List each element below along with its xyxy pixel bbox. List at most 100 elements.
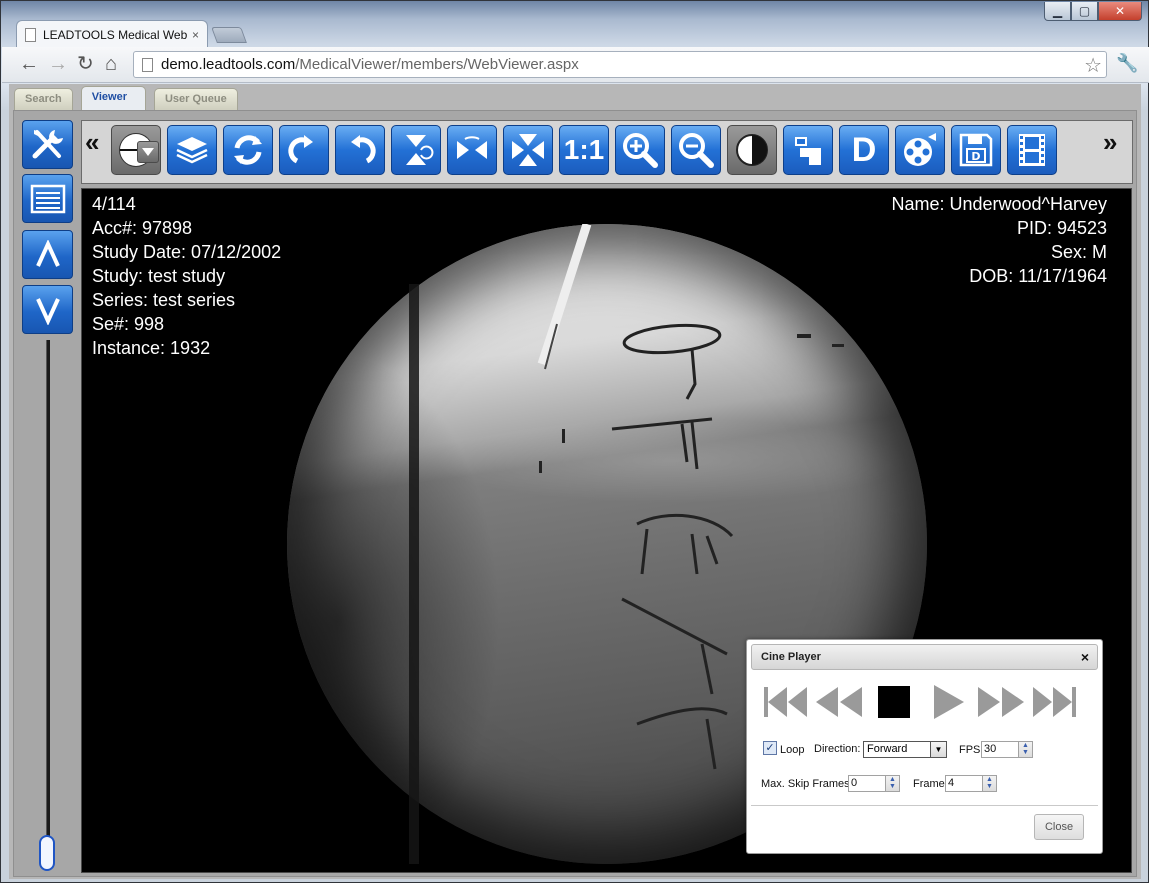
- maximize-button[interactable]: ▢: [1071, 2, 1098, 21]
- play-button[interactable]: [931, 684, 967, 720]
- app-tab-bar: Search Viewer User Queue: [14, 86, 246, 112]
- instance-number: Instance: 1932: [92, 338, 211, 358]
- contrast-icon: [736, 134, 768, 166]
- browser-tab[interactable]: LEADTOOLS Medical Web ×: [16, 20, 208, 48]
- zoom-in-icon: [623, 133, 658, 168]
- fps-input[interactable]: 30 ▲ ▼: [981, 741, 1033, 758]
- export-movie-button[interactable]: [1007, 125, 1057, 175]
- frame-slider-thumb[interactable]: [39, 835, 55, 871]
- series-list-button[interactable]: [22, 174, 73, 223]
- study-name: Study: test study: [92, 266, 226, 286]
- reload-icon[interactable]: ↻: [77, 53, 94, 75]
- study-date: Study Date: 07/12/2002: [92, 242, 282, 262]
- loop-checkbox[interactable]: ✓: [763, 741, 777, 755]
- caret-down-icon[interactable]: ▼: [930, 742, 946, 757]
- toolbar-scroll-right[interactable]: »: [1103, 127, 1117, 158]
- cine-close-button[interactable]: Close: [1034, 814, 1084, 840]
- tool-dropdown-button[interactable]: [137, 141, 159, 163]
- max-skip-frames-input[interactable]: 0 ▲ ▼: [848, 775, 900, 792]
- frame-input[interactable]: 4 ▲ ▼: [945, 775, 997, 792]
- first-frame-button[interactable]: [763, 684, 809, 720]
- flip-horizontal-button[interactable]: [447, 125, 497, 175]
- cine-button[interactable]: [895, 125, 945, 175]
- stop-button[interactable]: [877, 684, 911, 720]
- cine-player-title: Cine Player: [761, 651, 821, 663]
- save-button[interactable]: D: [951, 125, 1001, 175]
- fit-image-button[interactable]: [503, 125, 553, 175]
- page-icon: [25, 27, 36, 42]
- close-icon: ✕: [1114, 4, 1126, 18]
- last-frame-button[interactable]: [1031, 684, 1077, 720]
- zoom-in-button[interactable]: [615, 125, 665, 175]
- direction-select[interactable]: Forward ▼: [863, 741, 947, 758]
- tab-user-queue[interactable]: User Queue: [153, 88, 238, 110]
- patient-dob: DOB: 11/17/1964: [969, 266, 1107, 286]
- tools-icon: [32, 129, 63, 158]
- browser-window: ▁ ▢ ✕ LEADTOOLS Medical Web × ← → ↻ ⌂ de…: [0, 0, 1149, 883]
- frame-value: 4: [948, 777, 955, 789]
- rotate-counterclockwise-button[interactable]: [335, 125, 385, 175]
- fps-label: FPS:: [959, 744, 984, 756]
- image-index: 4/114: [92, 194, 136, 214]
- address-bar[interactable]: demo.leadtools.com/MedicalViewer/members…: [133, 51, 1107, 78]
- url-host: demo.leadtools.com: [161, 56, 296, 73]
- bookmark-star-icon[interactable]: ☆: [1084, 53, 1102, 78]
- tools-button[interactable]: [22, 120, 73, 169]
- fast-forward-button[interactable]: [976, 684, 1026, 720]
- cine-player-dialog: Cine Player × ✓ Loop Direction: Forward …: [746, 639, 1103, 854]
- accession-number: Acc#: 97898: [92, 218, 193, 238]
- patient-sex: Sex: M: [1050, 242, 1107, 262]
- dicom-tags-button[interactable]: D: [839, 125, 889, 175]
- patient-overlay-right: Name: Underwood^Harvey PID: 94523 Sex: M…: [891, 192, 1107, 288]
- tab-search[interactable]: Search: [14, 88, 73, 110]
- stack-button[interactable]: [167, 125, 217, 175]
- new-tab-button[interactable]: [211, 27, 247, 43]
- reset-button[interactable]: [223, 125, 273, 175]
- direction-label: Direction:: [814, 743, 861, 755]
- toolbar-scroll-left[interactable]: «: [85, 127, 99, 158]
- tab-close-icon[interactable]: ×: [192, 28, 199, 42]
- patient-name: Name: Underwood^Harvey: [891, 194, 1107, 214]
- fps-spinner[interactable]: ▲ ▼: [1018, 741, 1033, 758]
- window-controls: ▁ ▢ ✕: [1044, 2, 1142, 21]
- flip-vertical-icon: [406, 135, 434, 165]
- minimize-button[interactable]: ▁: [1044, 2, 1071, 21]
- forward-arrow-icon[interactable]: →: [48, 53, 68, 75]
- chevron-down-icon: [35, 297, 60, 325]
- actual-size-button[interactable]: 1:1: [559, 125, 609, 175]
- layout-button[interactable]: [783, 125, 833, 175]
- zoom-out-button[interactable]: [671, 125, 721, 175]
- refresh-icon: [234, 135, 262, 165]
- next-series-button[interactable]: [22, 285, 73, 334]
- loop-label: Loop: [780, 744, 805, 756]
- rewind-button[interactable]: [814, 684, 864, 720]
- max-skip-frames-value: 0: [851, 777, 858, 789]
- invert-button[interactable]: [727, 125, 777, 175]
- cine-close-icon[interactable]: ×: [1081, 645, 1089, 669]
- film-strip-icon: [1019, 134, 1045, 166]
- frame-slider-track[interactable]: [46, 340, 50, 840]
- flip-horizontal-icon: [457, 136, 487, 159]
- frame-spinner[interactable]: ▲ ▼: [982, 775, 997, 792]
- browser-tab-title: LEADTOOLS Medical Web: [43, 27, 188, 42]
- frame-label: Frame:: [913, 778, 948, 790]
- zoom-out-icon: [679, 133, 714, 168]
- close-window-button[interactable]: ✕: [1098, 2, 1142, 21]
- save-disk-icon: D: [959, 133, 993, 167]
- max-skip-spinner[interactable]: ▲ ▼: [885, 775, 900, 792]
- home-icon[interactable]: ⌂: [105, 53, 117, 75]
- fps-value: 30: [984, 743, 997, 755]
- browser-toolbar: ← → ↻ ⌂ demo.leadtools.com/MedicalViewer…: [2, 47, 1149, 83]
- tab-viewer[interactable]: Viewer: [80, 86, 146, 110]
- flip-vertical-button[interactable]: [391, 125, 441, 175]
- maximize-icon: ▢: [1078, 4, 1091, 18]
- fit-icon: [512, 134, 544, 166]
- rotate-clockwise-button[interactable]: [279, 125, 329, 175]
- previous-series-button[interactable]: [22, 230, 73, 279]
- wrench-menu-icon[interactable]: 🔧: [1116, 53, 1138, 74]
- back-arrow-icon[interactable]: ←: [19, 53, 39, 75]
- layers-icon: [176, 137, 208, 164]
- layout-icon: [795, 137, 821, 165]
- cine-player-titlebar[interactable]: Cine Player ×: [751, 644, 1098, 670]
- rotate-left-icon: [351, 135, 376, 164]
